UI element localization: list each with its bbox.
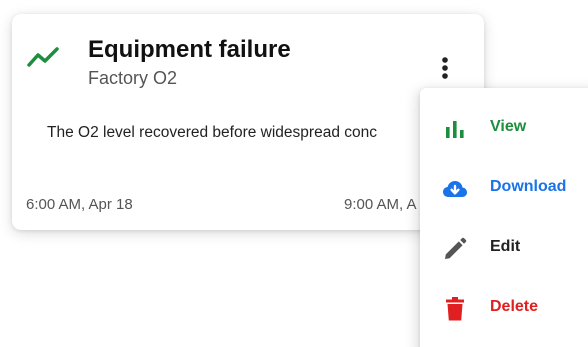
stage: Equipment failure Factory O2 The O2 leve… [0, 0, 588, 347]
trending-line-icon [27, 47, 59, 67]
menu-item-label: Download [490, 178, 567, 195]
menu-item-label: Edit [490, 238, 521, 255]
menu-item-view[interactable]: View [420, 100, 588, 156]
end-time: 9:00 AM, A [344, 196, 417, 213]
pencil-icon [445, 237, 467, 259]
card-description: The O2 level recovered before widespread… [47, 124, 377, 141]
menu-item-download[interactable]: Download [420, 160, 588, 216]
context-menu: View Download Edit Delete [420, 88, 588, 347]
card-title: Equipment failure [88, 36, 291, 63]
cloud-download-icon [443, 181, 467, 197]
trash-icon [446, 297, 464, 321]
menu-item-label: Delete [490, 298, 539, 315]
card-subtitle: Factory O2 [88, 68, 178, 88]
menu-item-edit[interactable]: Edit [420, 220, 588, 276]
more-options-button[interactable] [428, 48, 462, 88]
more-vert-icon [442, 57, 448, 79]
menu-item-label: View [490, 118, 527, 135]
alert-card: Equipment failure Factory O2 The O2 leve… [12, 14, 484, 230]
bar-chart-icon [446, 121, 464, 138]
menu-item-delete[interactable]: Delete [420, 280, 588, 336]
start-time: 6:00 AM, Apr 18 [26, 196, 133, 213]
